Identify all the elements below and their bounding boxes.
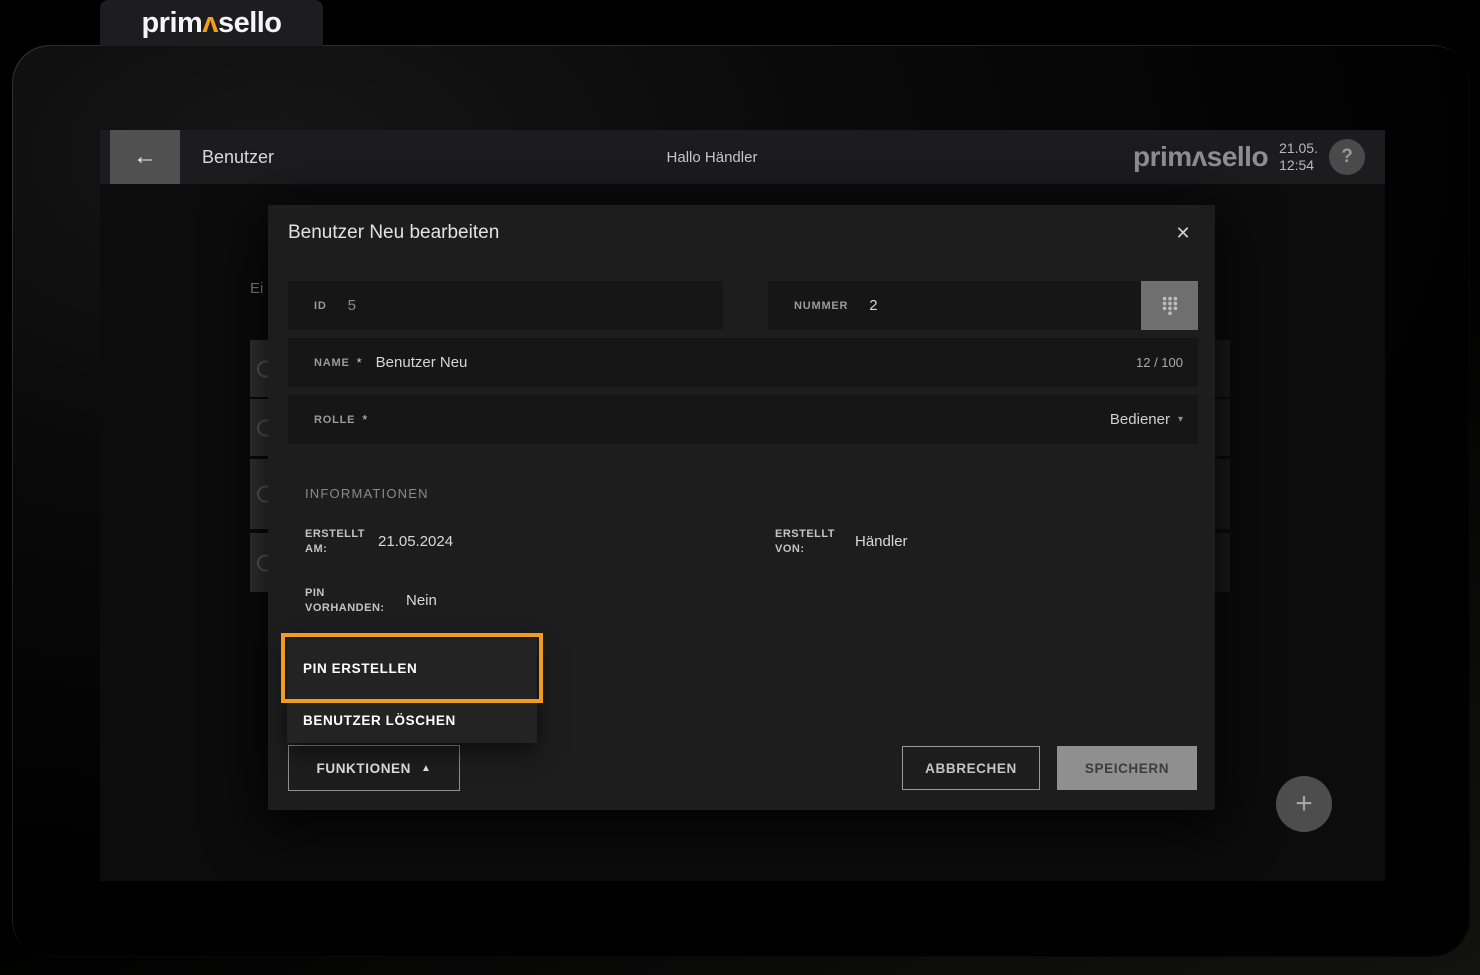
pin-exists-value: Nein: [406, 592, 437, 609]
save-button[interactable]: SPEICHERN: [1057, 746, 1197, 790]
back-arrow-icon: ←: [133, 143, 157, 171]
chevron-down-icon: ▾: [1178, 414, 1183, 425]
brand-tab: primʌsello: [100, 0, 323, 46]
help-button[interactable]: ?: [1329, 139, 1365, 175]
pin-exists-label-line2: VORHANDEN:: [305, 601, 385, 616]
back-button[interactable]: ←: [110, 130, 180, 184]
created-at-label-line1: ERSTELLT: [305, 527, 365, 542]
question-mark-icon: ?: [1341, 146, 1353, 168]
brand-logo-pre: prim: [141, 7, 202, 39]
name-field[interactable]: NAME * Benutzer Neu 12 / 100: [288, 338, 1198, 387]
add-user-fab[interactable]: +: [1276, 776, 1332, 832]
background-list-row: [1215, 459, 1230, 529]
funktionen-button[interactable]: FUNKTIONEN ▲: [288, 745, 460, 791]
id-label: ID: [314, 300, 327, 312]
rolle-label: ROLLE: [314, 414, 355, 426]
nummer-label: NUMMER: [794, 300, 848, 312]
brand-logo-post: sello: [218, 7, 282, 39]
background-list-row: [1215, 533, 1230, 592]
close-button[interactable]: ✕: [1167, 217, 1199, 249]
header-brand-pre: prim: [1133, 141, 1192, 172]
device-screen: ← Benutzer Hallo Händler primʌsello 21.0…: [12, 45, 1470, 957]
page: primʌsello ← Benutzer Hallo Händler prim…: [0, 0, 1480, 975]
name-char-counter: 12 / 100: [1136, 355, 1183, 370]
plus-icon: +: [1295, 789, 1313, 819]
brand-lambda-icon: ʌ: [202, 7, 218, 39]
created-by-label: ERSTELLT VON:: [775, 527, 835, 557]
cancel-button[interactable]: ABBRECHEN: [902, 746, 1040, 790]
user-greeting: Hallo Händler: [667, 130, 758, 184]
header-brand-post: sello: [1207, 141, 1268, 172]
date-display: 21.05.: [1279, 140, 1318, 157]
close-icon: ✕: [1175, 223, 1190, 243]
app-panel: ← Benutzer Hallo Händler primʌsello 21.0…: [100, 130, 1385, 881]
nummer-value: 2: [869, 297, 877, 314]
edit-user-dialog: Benutzer Neu bearbeiten ✕ ID 5 NUMMER 2: [268, 205, 1215, 810]
dialog-title: Benutzer Neu bearbeiten: [288, 222, 499, 244]
id-field: ID 5: [288, 281, 723, 330]
chevron-up-icon: ▲: [421, 763, 432, 774]
info-section-title: INFORMATIONEN: [305, 486, 429, 501]
menu-item-delete-user[interactable]: BENUTZER LÖSCHEN: [287, 697, 537, 743]
background-list-row: [250, 459, 268, 529]
created-by-label-line1: ERSTELLT: [775, 527, 835, 542]
background-list-row: [1215, 399, 1230, 456]
header-brand-lambda-icon: ʌ: [1192, 141, 1207, 172]
header-brand-logo: primʌsello: [1133, 141, 1268, 173]
created-at-label: ERSTELLT AM:: [305, 527, 365, 557]
name-value: Benutzer Neu: [376, 354, 468, 371]
background-list-row: [250, 399, 268, 456]
created-by-label-line2: VON:: [775, 542, 835, 557]
nummer-field[interactable]: NUMMER 2: [768, 281, 1141, 330]
rolle-value-text: Bediener: [1110, 411, 1170, 428]
rolle-required-asterisk: *: [362, 412, 367, 427]
background-list-row: [250, 533, 268, 592]
name-required-asterisk: *: [357, 355, 362, 370]
menu-item-create-pin[interactable]: PIN ERSTELLEN: [287, 639, 537, 697]
datetime-display: 21.05. 12:54: [1279, 140, 1318, 174]
background-list-row: [250, 340, 268, 397]
name-label: NAME: [314, 357, 350, 369]
pin-exists-label-line1: PIN: [305, 586, 385, 601]
page-title: Benutzer: [202, 130, 274, 184]
time-display: 12:54: [1279, 157, 1318, 174]
background-list-row: [1215, 340, 1230, 397]
header-right-group: primʌsello 21.05. 12:54 ?: [1133, 130, 1385, 184]
brand-logo: primʌsello: [141, 7, 281, 40]
pin-exists-label: PIN VORHANDEN:: [305, 586, 385, 616]
keypad-icon: [1157, 291, 1183, 320]
app-header: ← Benutzer Hallo Händler primʌsello 21.0…: [100, 130, 1385, 184]
keypad-button[interactable]: [1141, 281, 1198, 330]
id-value: 5: [348, 297, 356, 314]
rolle-selected-value: Bediener ▾: [1110, 411, 1183, 428]
background-partial-label: Ei: [250, 280, 269, 300]
rolle-dropdown[interactable]: ROLLE * Bediener ▾: [288, 395, 1198, 444]
created-at-label-line2: AM:: [305, 542, 365, 557]
funktionen-button-label: FUNKTIONEN: [317, 761, 412, 776]
created-at-value: 21.05.2024: [378, 533, 453, 550]
funktionen-menu: PIN ERSTELLEN BENUTZER LÖSCHEN: [287, 639, 537, 743]
created-by-value: Händler: [855, 533, 908, 550]
